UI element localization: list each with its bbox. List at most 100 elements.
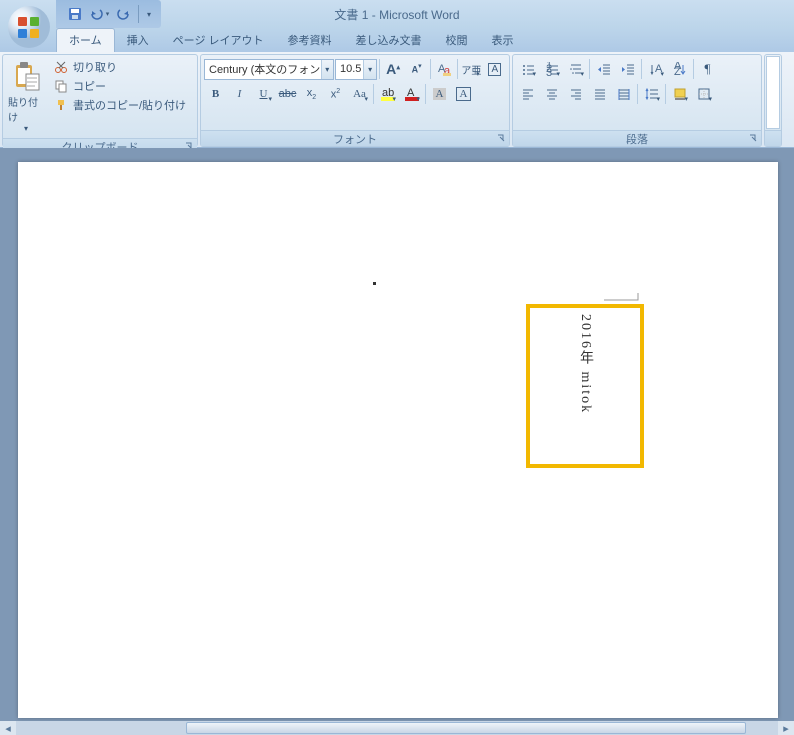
- save-button[interactable]: [64, 3, 86, 25]
- paste-button[interactable]: 貼り付け ▾: [6, 58, 46, 135]
- tab-page-layout[interactable]: ページ レイアウト: [161, 29, 276, 52]
- svg-text:A: A: [655, 63, 663, 75]
- text-cursor: [373, 282, 376, 285]
- bullets-button[interactable]: [516, 58, 539, 80]
- separator: [138, 5, 139, 23]
- document-area: 2016年 mitok: [0, 148, 794, 721]
- bold-button[interactable]: B: [204, 83, 227, 105]
- brush-icon: [53, 97, 69, 113]
- paste-label: 貼り付け: [8, 94, 44, 124]
- tab-mailings[interactable]: 差し込み文書: [344, 29, 434, 52]
- undo-button[interactable]: ▾: [88, 3, 110, 25]
- ribbon-tabs: ホーム 挿入 ページ レイアウト 参考資料 差し込み文書 校閲 表示: [0, 28, 794, 52]
- office-button[interactable]: [6, 4, 52, 48]
- char-border-button[interactable]: A: [452, 83, 475, 105]
- scroll-left-button[interactable]: ◂: [0, 721, 16, 735]
- chevron-down-icon[interactable]: ▾: [363, 60, 376, 79]
- quick-access-toolbar: ▾ ▾: [56, 0, 161, 28]
- paragraph-group-label: 段落: [626, 131, 648, 147]
- text-direction-button[interactable]: A: [644, 58, 667, 80]
- font-family-value: Century (本文のフォント: [205, 61, 321, 77]
- decrease-indent-button[interactable]: [592, 58, 615, 80]
- increase-indent-button[interactable]: [616, 58, 639, 80]
- line-spacing-button[interactable]: [640, 83, 663, 105]
- scroll-thumb[interactable]: [186, 722, 746, 734]
- shading-button[interactable]: [668, 83, 691, 105]
- font-launcher[interactable]: [495, 133, 507, 145]
- horizontal-scrollbar[interactable]: ◂ ▸: [0, 721, 794, 735]
- underline-button[interactable]: U: [252, 83, 275, 105]
- title-bar: ▾ ▾ 文書 1 - Microsoft Word: [0, 0, 794, 28]
- scroll-track[interactable]: [16, 721, 778, 735]
- font-group: Century (本文のフォント▾ 10.5▾ A▴ A▾ Aa ア亜 A B …: [200, 54, 510, 147]
- clear-formatting-button[interactable]: Aa: [433, 58, 455, 80]
- italic-button[interactable]: I: [228, 83, 251, 105]
- copy-label: コピー: [73, 78, 106, 94]
- svg-text:Z: Z: [674, 66, 681, 76]
- font-color-button[interactable]: A: [400, 83, 423, 105]
- tab-references[interactable]: 参考資料: [276, 29, 344, 52]
- format-painter-label: 書式のコピー/貼り付け: [73, 97, 186, 113]
- separator: [693, 59, 694, 79]
- style-gallery[interactable]: [766, 56, 780, 129]
- align-right-button[interactable]: [564, 83, 587, 105]
- styles-group-label: [765, 130, 781, 146]
- text-box[interactable]: 2016年 mitok: [526, 304, 644, 468]
- sort-button[interactable]: AZ: [668, 58, 691, 80]
- enclose-char-button[interactable]: A: [484, 58, 506, 80]
- clipboard-group: 貼り付け ▾ 切り取り コピー 書式のコピー/貼り付け クリップボード: [2, 54, 198, 147]
- font-size-value: 10.5: [336, 63, 363, 75]
- separator: [425, 84, 426, 104]
- subscript-button[interactable]: x2: [300, 83, 323, 105]
- char-shading-button[interactable]: A: [428, 83, 451, 105]
- font-size-combo[interactable]: 10.5▾: [335, 59, 377, 80]
- separator: [641, 59, 642, 79]
- page[interactable]: 2016年 mitok: [18, 162, 778, 718]
- font-family-combo[interactable]: Century (本文のフォント▾: [204, 59, 334, 80]
- scroll-right-button[interactable]: ▸: [778, 721, 794, 735]
- chevron-down-icon: ▾: [24, 124, 28, 133]
- ruby-button[interactable]: ア亜: [460, 58, 482, 80]
- textbox-content: 2016年 mitok: [575, 314, 595, 414]
- separator: [589, 59, 590, 79]
- align-center-button[interactable]: [540, 83, 563, 105]
- tab-review[interactable]: 校閲: [434, 29, 480, 52]
- separator: [430, 59, 431, 79]
- separator: [373, 84, 374, 104]
- styles-group-partial: [764, 54, 782, 147]
- superscript-button[interactable]: x2: [324, 83, 347, 105]
- cut-label: 切り取り: [73, 59, 117, 75]
- anchor-mark: [604, 292, 644, 302]
- multilevel-list-button[interactable]: [564, 58, 587, 80]
- redo-button[interactable]: [112, 3, 134, 25]
- chevron-down-icon[interactable]: ▾: [321, 60, 333, 79]
- distribute-button[interactable]: [612, 83, 635, 105]
- highlight-button[interactable]: ab: [376, 83, 399, 105]
- change-case-button[interactable]: Aa: [348, 83, 371, 105]
- copy-icon: [53, 78, 69, 94]
- tab-insert[interactable]: 挿入: [115, 29, 161, 52]
- strikethrough-button[interactable]: abc: [276, 83, 299, 105]
- cut-button[interactable]: 切り取り: [50, 58, 189, 76]
- scissors-icon: [53, 59, 69, 75]
- copy-button[interactable]: コピー: [50, 77, 189, 95]
- paragraph-group: 123 A AZ ¶: [512, 54, 762, 147]
- separator: [379, 59, 380, 79]
- borders-button[interactable]: [692, 83, 715, 105]
- tab-home[interactable]: ホーム: [56, 28, 115, 52]
- justify-button[interactable]: [588, 83, 611, 105]
- separator: [637, 84, 638, 104]
- font-group-label: フォント: [333, 131, 377, 147]
- show-marks-button[interactable]: ¶: [696, 58, 719, 80]
- align-left-button[interactable]: [516, 83, 539, 105]
- separator: [665, 84, 666, 104]
- format-painter-button[interactable]: 書式のコピー/貼り付け: [50, 96, 189, 114]
- shrink-font-button[interactable]: A▾: [405, 58, 427, 80]
- paragraph-launcher[interactable]: [747, 133, 759, 145]
- tab-view[interactable]: 表示: [480, 29, 526, 52]
- qat-customize-button[interactable]: ▾: [143, 3, 155, 25]
- ribbon: 貼り付け ▾ 切り取り コピー 書式のコピー/貼り付け クリップボード Cent…: [0, 52, 794, 148]
- svg-text:3: 3: [546, 67, 552, 76]
- grow-font-button[interactable]: A▴: [382, 58, 404, 80]
- numbering-button[interactable]: 123: [540, 58, 563, 80]
